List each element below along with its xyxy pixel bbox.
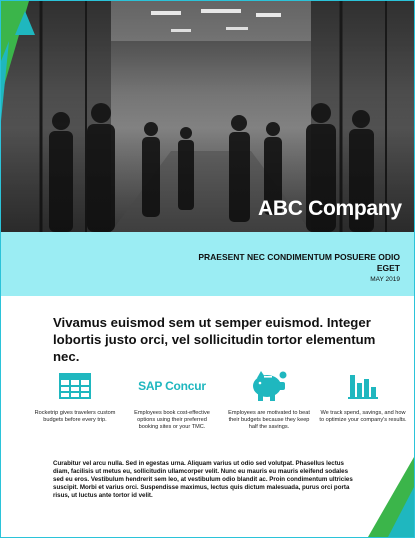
feature-caption: Employees book cost-effective options us… [134, 410, 210, 430]
feature-booking: SAP Concur Employees book cost-effective… [128, 366, 216, 431]
company-name: ABC Company [258, 197, 402, 220]
feature-savings: Employees are motivated to beat their bu… [225, 366, 313, 431]
feature-caption: Employees are motivated to beat their bu… [228, 410, 310, 430]
company-logo-icon [1, 1, 35, 35]
feature-caption: We track spend, savings, and how to opti… [319, 410, 407, 423]
brochure-page: ABC Company PRAESENT NEC CONDIMENTUM POS… [0, 0, 415, 538]
sap-concur-logo: SAP Concur [138, 379, 206, 393]
piggy-bank-icon [253, 371, 287, 401]
report-title: PRAESENT NEC CONDIMENTUM POSUERE ODIO EG… [198, 252, 400, 273]
decorative-corner-icon [368, 457, 414, 537]
feature-budgets: Rocketrip gives travelers custom budgets… [31, 366, 119, 424]
feature-caption: Rocketrip gives travelers custom budgets… [34, 410, 116, 423]
body-paragraph: Curabitur vel arcu nulla. Sed in egestas… [53, 460, 353, 499]
report-date: MAY 2019 [370, 276, 400, 283]
headline: Vivamus euismod sem ut semper euismod. I… [53, 315, 376, 364]
spreadsheet-grid-icon [59, 373, 91, 399]
bar-chart-icon [348, 375, 378, 399]
feature-tracking: We track spend, savings, and how to opti… [319, 366, 407, 424]
hero-photo: ABC Company [1, 1, 414, 232]
